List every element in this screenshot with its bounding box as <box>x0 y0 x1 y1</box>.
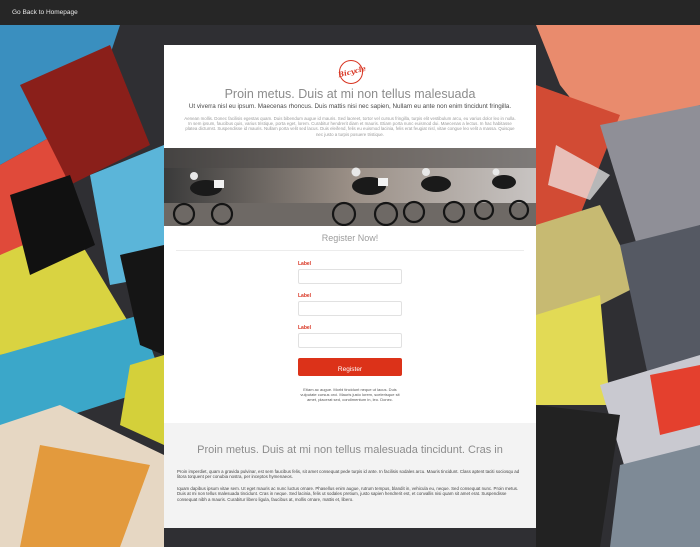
register-heading: Register Now! <box>321 233 379 243</box>
footer-heading: Proin metus. Duis at mi non tellus males… <box>197 444 503 456</box>
field-label: Label <box>298 325 312 331</box>
form-fine-print: Etiam ac augue. Morbi tincidunt neque ut… <box>300 387 400 402</box>
register-button[interactable]: Register <box>298 358 402 376</box>
registration-form: Label Label Label <box>298 261 402 357</box>
cyclists-photo-icon <box>164 148 536 226</box>
divider <box>176 250 524 251</box>
text-field-3[interactable] <box>298 333 402 348</box>
footer-paragraph: Proin imperdiet, quam a gravida pulvinar… <box>177 469 520 480</box>
text-field-2[interactable] <box>298 301 402 316</box>
page-heading: Proin metus. Duis at mi non tellus males… <box>224 87 476 101</box>
field-label: Label <box>298 293 312 299</box>
field-label: Label <box>298 261 312 267</box>
page-subheading: Ut viverra nisl eu ipsum. Maecenas rhonc… <box>188 103 512 110</box>
top-bar: Go Back to Homepage <box>0 0 700 25</box>
landing-card: Bicycle Proin metus. Duis at mi non tell… <box>164 45 536 528</box>
footer-paragraph: Iquam dapibus ipsum vitae sem. Ut eget m… <box>177 486 519 502</box>
cyclists-banner-image <box>164 148 536 226</box>
bicycle-logo: Bicycle <box>337 60 367 84</box>
text-field-1[interactable] <box>298 269 402 284</box>
logo-text: Bicycle <box>337 63 367 80</box>
intro-text: Aenean mollis. Donec facilisis egestas q… <box>184 116 516 137</box>
back-to-homepage-link[interactable]: Go Back to Homepage <box>12 9 78 16</box>
footer-section: Proin metus. Duis at mi non tellus males… <box>164 423 536 528</box>
